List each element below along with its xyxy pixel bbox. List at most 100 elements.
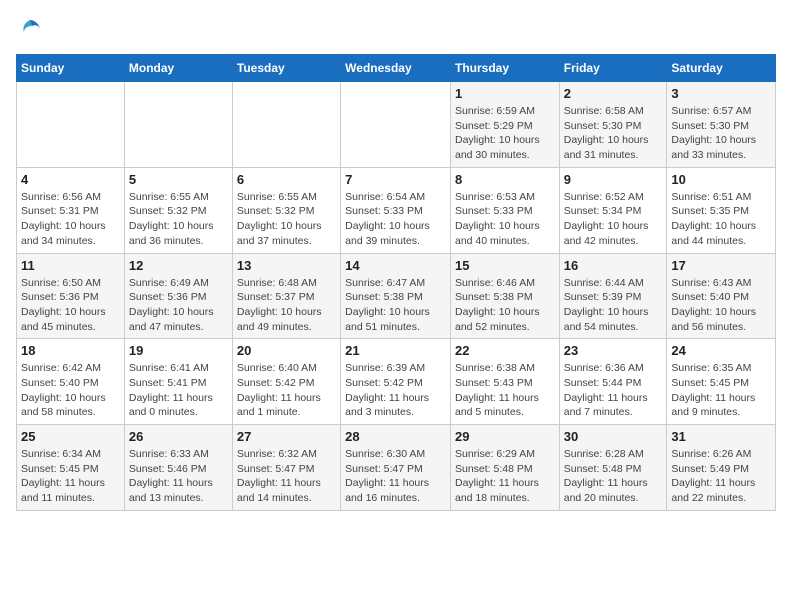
day-info: Sunrise: 6:48 AM Sunset: 5:37 PM Dayligh… (237, 276, 336, 335)
day-info: Sunrise: 6:35 AM Sunset: 5:45 PM Dayligh… (671, 361, 771, 420)
day-header-monday: Monday (124, 55, 232, 82)
day-header-tuesday: Tuesday (232, 55, 340, 82)
calendar-cell: 5Sunrise: 6:55 AM Sunset: 5:32 PM Daylig… (124, 167, 232, 253)
calendar-cell: 18 Sunrise: 6:42 AM Sunset: 5:40 PM Dayli… (17, 339, 125, 425)
day-info: Sunrise: 6:30 AM Sunset: 5:47 PM Dayligh… (345, 447, 446, 506)
day-number: 30 (564, 429, 663, 444)
day-info: Sunrise: 6:51 AM Sunset: 5:35 PM Dayligh… (671, 190, 771, 249)
day-number: 12 (129, 258, 228, 273)
day-number: 23 (564, 343, 663, 358)
day-number: 10 (671, 172, 771, 187)
calendar-cell (124, 82, 232, 168)
day-info: Sunrise: 6:47 AM Sunset: 5:38 PM Dayligh… (345, 276, 446, 335)
calendar-cell: 9 Sunrise: 6:52 AM Sunset: 5:34 PM Daylig… (559, 167, 667, 253)
calendar-cell: 25 Sunrise: 6:34 AM Sunset: 5:45 PM Dayli… (17, 425, 125, 511)
week-row-2: 11 Sunrise: 6:50 AM Sunset: 5:36 PM Dayli… (17, 253, 776, 339)
calendar-cell: 12 Sunrise: 6:49 AM Sunset: 5:36 PM Dayli… (124, 253, 232, 339)
day-number: 6 (237, 172, 336, 187)
day-number: 21 (345, 343, 446, 358)
calendar-cell: 19 Sunrise: 6:41 AM Sunset: 5:41 PM Dayli… (124, 339, 232, 425)
calendar-table: SundayMondayTuesdayWednesdayThursdayFrid… (16, 54, 776, 511)
day-number: 5 (129, 172, 228, 187)
day-info: Sunrise: 6:59 AM Sunset: 5:29 PM Dayligh… (455, 104, 555, 163)
day-header-friday: Friday (559, 55, 667, 82)
calendar-cell: 21 Sunrise: 6:39 AM Sunset: 5:42 PM Dayli… (341, 339, 451, 425)
day-info: Sunrise: 6:41 AM Sunset: 5:41 PM Dayligh… (129, 361, 228, 420)
logo (16, 16, 48, 44)
day-info: Sunrise: 6:54 AM Sunset: 5:33 PM Dayligh… (345, 190, 446, 249)
week-row-0: 1 Sunrise: 6:59 AM Sunset: 5:29 PM Daylig… (17, 82, 776, 168)
day-info: Sunrise: 6:38 AM Sunset: 5:43 PM Dayligh… (455, 361, 555, 420)
day-info: Sunrise: 6:26 AM Sunset: 5:49 PM Dayligh… (671, 447, 771, 506)
day-info: Sunrise: 6:57 AM Sunset: 5:30 PM Dayligh… (671, 104, 771, 163)
day-header-saturday: Saturday (667, 55, 776, 82)
day-info: Sunrise: 6:39 AM Sunset: 5:42 PM Dayligh… (345, 361, 446, 420)
day-info: Sunrise: 6:56 AM Sunset: 5:31 PM Dayligh… (21, 190, 120, 249)
calendar-cell: 16Sunrise: 6:44 AM Sunset: 5:39 PM Dayli… (559, 253, 667, 339)
day-number: 20 (237, 343, 336, 358)
calendar-cell: 17 Sunrise: 6:43 AM Sunset: 5:40 PM Dayli… (667, 253, 776, 339)
week-row-4: 25 Sunrise: 6:34 AM Sunset: 5:45 PM Dayli… (17, 425, 776, 511)
day-info: Sunrise: 6:33 AM Sunset: 5:46 PM Dayligh… (129, 447, 228, 506)
calendar-cell (232, 82, 340, 168)
calendar-cell: 27 Sunrise: 6:32 AM Sunset: 5:47 PM Dayli… (232, 425, 340, 511)
day-header-sunday: Sunday (17, 55, 125, 82)
calendar-cell: 20 Sunrise: 6:40 AM Sunset: 5:42 PM Dayli… (232, 339, 340, 425)
day-number: 31 (671, 429, 771, 444)
day-info: Sunrise: 6:28 AM Sunset: 5:48 PM Dayligh… (564, 447, 663, 506)
calendar-cell (341, 82, 451, 168)
day-info: Sunrise: 6:46 AM Sunset: 5:38 PM Dayligh… (455, 276, 555, 335)
calendar-cell: 22 Sunrise: 6:38 AM Sunset: 5:43 PM Dayli… (450, 339, 559, 425)
day-number: 2 (564, 86, 663, 101)
day-info: Sunrise: 6:43 AM Sunset: 5:40 PM Dayligh… (671, 276, 771, 335)
day-number: 14 (345, 258, 446, 273)
day-number: 9 (564, 172, 663, 187)
calendar-cell: 23 Sunrise: 6:36 AM Sunset: 5:44 PM Dayli… (559, 339, 667, 425)
day-info: Sunrise: 6:32 AM Sunset: 5:47 PM Dayligh… (237, 447, 336, 506)
calendar-cell: 28Sunrise: 6:30 AM Sunset: 5:47 PM Dayli… (341, 425, 451, 511)
day-info: Sunrise: 6:52 AM Sunset: 5:34 PM Dayligh… (564, 190, 663, 249)
day-number: 13 (237, 258, 336, 273)
day-info: Sunrise: 6:34 AM Sunset: 5:45 PM Dayligh… (21, 447, 120, 506)
header-row: SundayMondayTuesdayWednesdayThursdayFrid… (17, 55, 776, 82)
calendar-cell: 30 Sunrise: 6:28 AM Sunset: 5:48 PM Dayli… (559, 425, 667, 511)
day-number: 27 (237, 429, 336, 444)
day-number: 1 (455, 86, 555, 101)
calendar-cell: 24 Sunrise: 6:35 AM Sunset: 5:45 PM Dayli… (667, 339, 776, 425)
day-number: 19 (129, 343, 228, 358)
day-info: Sunrise: 6:36 AM Sunset: 5:44 PM Dayligh… (564, 361, 663, 420)
week-row-1: 4 Sunrise: 6:56 AM Sunset: 5:31 PM Daylig… (17, 167, 776, 253)
day-number: 18 (21, 343, 120, 358)
day-number: 17 (671, 258, 771, 273)
calendar-cell: 1 Sunrise: 6:59 AM Sunset: 5:29 PM Daylig… (450, 82, 559, 168)
day-info: Sunrise: 6:40 AM Sunset: 5:42 PM Dayligh… (237, 361, 336, 420)
day-number: 7 (345, 172, 446, 187)
day-number: 11 (21, 258, 120, 273)
calendar-cell: 4 Sunrise: 6:56 AM Sunset: 5:31 PM Daylig… (17, 167, 125, 253)
day-number: 26 (129, 429, 228, 444)
day-number: 4 (21, 172, 120, 187)
day-number: 25 (21, 429, 120, 444)
day-info: Sunrise: 6:49 AM Sunset: 5:36 PM Dayligh… (129, 276, 228, 335)
day-number: 22 (455, 343, 555, 358)
day-number: 24 (671, 343, 771, 358)
day-info: Sunrise: 6:44 AM Sunset: 5:39 PM Dayligh… (564, 276, 663, 335)
calendar-cell: 31 Sunrise: 6:26 AM Sunset: 5:49 PM Dayli… (667, 425, 776, 511)
day-info: Sunrise: 6:50 AM Sunset: 5:36 PM Dayligh… (21, 276, 120, 335)
day-number: 8 (455, 172, 555, 187)
day-info: Sunrise: 6:53 AM Sunset: 5:33 PM Dayligh… (455, 190, 555, 249)
calendar-cell: 26 Sunrise: 6:33 AM Sunset: 5:46 PM Dayli… (124, 425, 232, 511)
day-info: Sunrise: 6:58 AM Sunset: 5:30 PM Dayligh… (564, 104, 663, 163)
week-row-3: 18 Sunrise: 6:42 AM Sunset: 5:40 PM Dayli… (17, 339, 776, 425)
calendar-cell: 8 Sunrise: 6:53 AM Sunset: 5:33 PM Daylig… (450, 167, 559, 253)
calendar-cell: 3Sunrise: 6:57 AM Sunset: 5:30 PM Daylig… (667, 82, 776, 168)
calendar-cell: 11 Sunrise: 6:50 AM Sunset: 5:36 PM Dayli… (17, 253, 125, 339)
day-number: 29 (455, 429, 555, 444)
calendar-cell: 2 Sunrise: 6:58 AM Sunset: 5:30 PM Daylig… (559, 82, 667, 168)
day-number: 15 (455, 258, 555, 273)
day-header-thursday: Thursday (450, 55, 559, 82)
day-header-wednesday: Wednesday (341, 55, 451, 82)
day-info: Sunrise: 6:42 AM Sunset: 5:40 PM Dayligh… (21, 361, 120, 420)
calendar-cell: 29Sunrise: 6:29 AM Sunset: 5:48 PM Dayli… (450, 425, 559, 511)
header (16, 16, 776, 44)
